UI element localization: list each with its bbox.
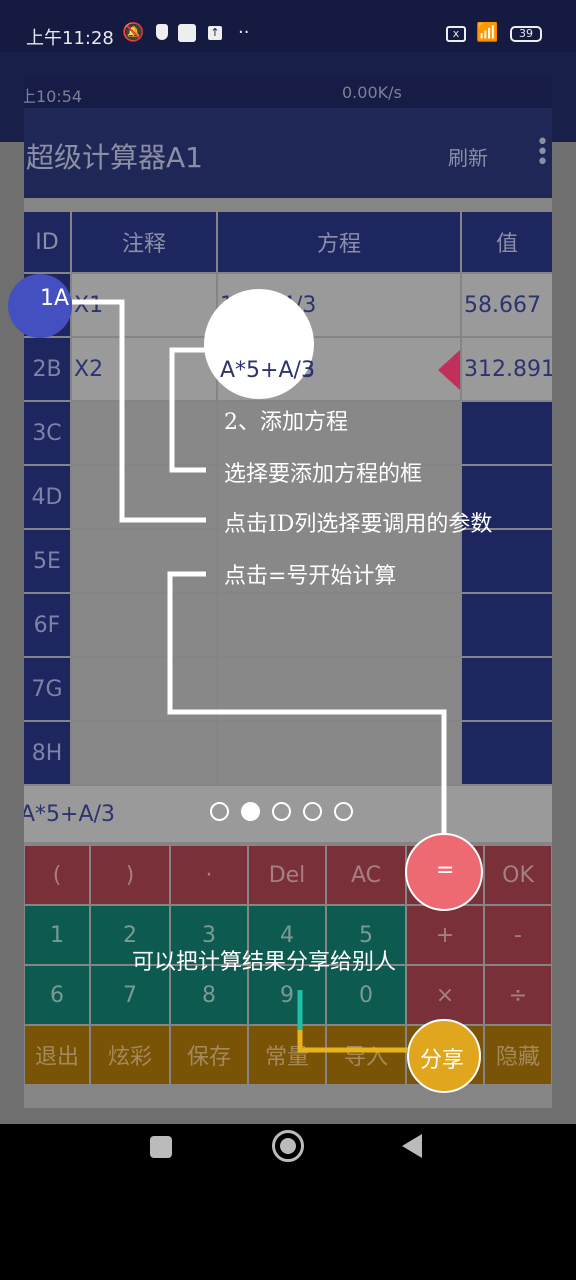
page-dot[interactable] bbox=[334, 802, 353, 821]
equals-button[interactable]: = bbox=[436, 858, 454, 883]
recents-button[interactable] bbox=[150, 1136, 172, 1158]
page-indicator bbox=[210, 802, 353, 821]
equals-guide-line bbox=[167, 571, 447, 834]
navigation-bar bbox=[0, 1124, 576, 1280]
back-button[interactable] bbox=[402, 1134, 422, 1158]
id-guide-line bbox=[72, 299, 206, 523]
row-pointer-icon bbox=[438, 350, 460, 390]
share-guide-line bbox=[297, 990, 408, 1053]
tip-share: 可以把计算结果分享给别人 bbox=[132, 950, 397, 975]
page-dot[interactable] bbox=[210, 802, 229, 821]
page-dot[interactable] bbox=[241, 802, 260, 821]
tutorial-overlay bbox=[8, 274, 483, 1093]
share-button[interactable]: 分享 bbox=[420, 1042, 464, 1074]
page-dot[interactable] bbox=[303, 802, 322, 821]
tip-calculate: 点击=号开始计算 bbox=[224, 564, 397, 589]
tip-select-box: 选择要添加方程的框 bbox=[224, 462, 423, 487]
tip-select-param: 点击ID列选择要调用的参数 bbox=[224, 512, 493, 537]
home-button[interactable] bbox=[272, 1130, 304, 1162]
page-dot[interactable] bbox=[272, 802, 291, 821]
tip-add-equation: 2、添加方程 bbox=[224, 410, 348, 435]
equation-highlight-label[interactable]: A*5+A/3 bbox=[220, 358, 315, 383]
id-highlight-label[interactable]: 1A bbox=[40, 286, 69, 311]
equation-guide-line bbox=[169, 347, 210, 473]
